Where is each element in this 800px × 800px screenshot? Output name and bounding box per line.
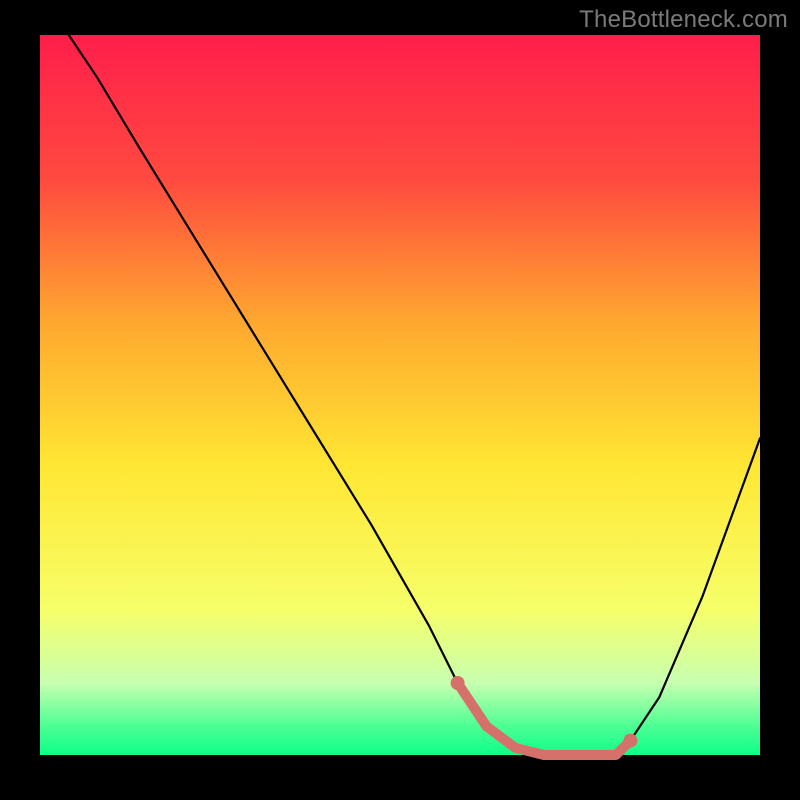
bottleneck-chart <box>0 0 800 800</box>
plot-background <box>40 35 760 755</box>
chart-container: TheBottleneck.com <box>0 0 800 800</box>
optimal-range-start-dot <box>451 676 465 690</box>
optimal-range-end-dot <box>623 734 637 748</box>
watermark-text: TheBottleneck.com <box>579 6 788 34</box>
